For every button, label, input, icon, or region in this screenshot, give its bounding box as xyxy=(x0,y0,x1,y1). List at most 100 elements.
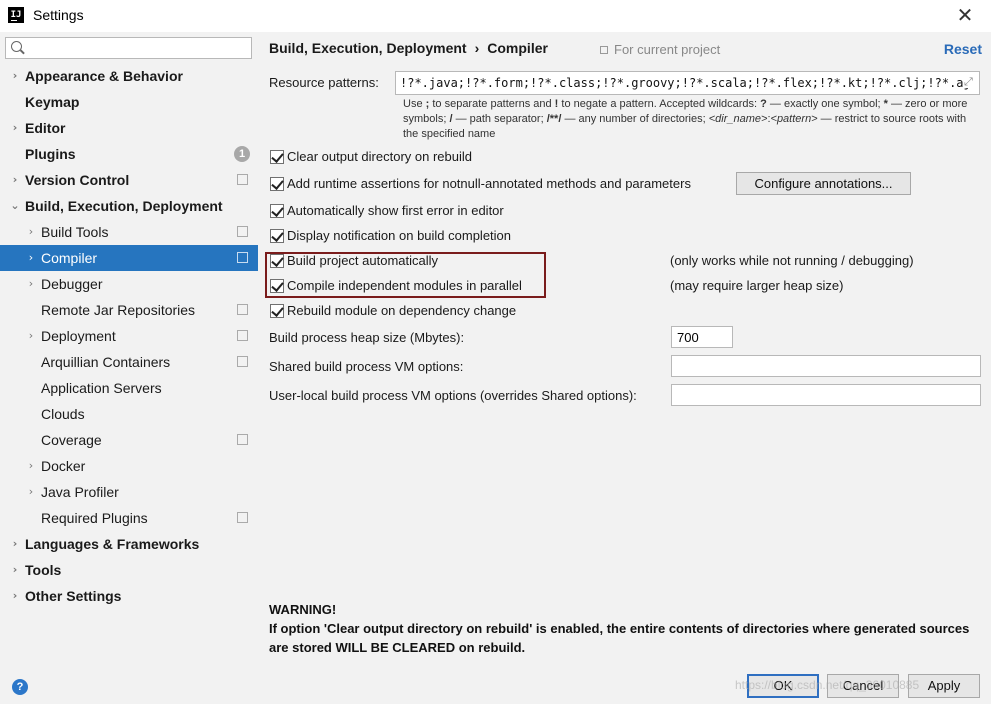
tree-item-appearance-behavior[interactable]: › Appearance & Behavior xyxy=(0,63,258,89)
scope-label: For current project xyxy=(614,42,721,57)
chevron-down-icon[interactable]: ⌄ xyxy=(9,193,21,219)
project-scope-icon xyxy=(237,304,248,315)
resource-patterns-input[interactable]: !?*.java;!?*.form;!?*.class;!?*.groovy;!… xyxy=(395,71,980,95)
tree-item-keymap[interactable]: Keymap xyxy=(0,89,258,115)
tree-item-remote-jar-repositories[interactable]: Remote Jar Repositories xyxy=(0,297,258,323)
tree-item-compiler[interactable]: › Compiler xyxy=(0,245,258,271)
window-title: Settings xyxy=(33,7,84,23)
tree-item-coverage[interactable]: Coverage xyxy=(0,427,258,453)
tree-item-label: Build, Execution, Deployment xyxy=(25,198,223,214)
tree-item-editor[interactable]: › Editor xyxy=(0,115,258,141)
shared-vm-options-input[interactable] xyxy=(671,355,981,377)
reset-link[interactable]: Reset xyxy=(944,41,982,57)
tree-item-label: Application Servers xyxy=(41,380,162,396)
tree-item-label: Debugger xyxy=(41,276,103,292)
settings-search-box[interactable] xyxy=(5,37,252,59)
tree-item-plugins[interactable]: Plugins 1 xyxy=(0,141,258,167)
tree-item-clouds[interactable]: Clouds xyxy=(0,401,258,427)
show-first-error-checkbox[interactable] xyxy=(270,204,284,218)
tree-item-tools[interactable]: › Tools xyxy=(0,557,258,583)
project-scope-icon xyxy=(237,226,248,237)
chevron-right-icon[interactable]: › xyxy=(25,453,37,479)
tree-item-docker[interactable]: › Docker xyxy=(0,453,258,479)
breadcrumb-current: Compiler xyxy=(487,40,548,56)
project-scope-icon xyxy=(237,252,248,263)
expand-icon[interactable]: ⤢ xyxy=(964,76,976,88)
update-count-badge: 1 xyxy=(234,146,250,162)
project-scope-icon xyxy=(237,174,248,185)
close-icon[interactable]: ✕ xyxy=(953,4,977,26)
chevron-right-icon[interactable]: › xyxy=(9,583,21,609)
tree-item-label: Required Plugins xyxy=(41,510,148,526)
help-icon[interactable]: ? xyxy=(12,679,28,695)
tree-item-label: Other Settings xyxy=(25,588,122,604)
chevron-right-icon[interactable]: › xyxy=(9,115,21,141)
breadcrumb-parent: Build, Execution, Deployment xyxy=(269,40,467,56)
tree-item-label: Remote Jar Repositories xyxy=(41,302,196,318)
tree-item-label: Docker xyxy=(41,458,86,474)
project-scope-icon xyxy=(237,330,248,341)
resource-patterns-hint: Use ; to separate patterns and ! to nega… xyxy=(403,98,968,140)
tree-item-build-tools[interactable]: › Build Tools xyxy=(0,219,258,245)
tree-item-label: Compiler xyxy=(41,250,98,266)
rebuild-warning: WARNING! If option 'Clear output directo… xyxy=(269,600,984,657)
build-notification-label: Display notification on build completion xyxy=(287,228,512,243)
chevron-right-icon[interactable]: › xyxy=(25,479,37,505)
title-bar: IJ Settings ✕ xyxy=(0,0,991,32)
project-scope-icon xyxy=(237,356,248,367)
resource-patterns-label: Resource patterns: xyxy=(269,75,379,90)
tree-item-label: Tools xyxy=(25,562,62,578)
compiler-settings-panel: Build, Execution, Deployment › Compiler Fo… xyxy=(258,32,991,664)
resource-patterns-value: !?*.java;!?*.form;!?*.class;!?*.groovy;!… xyxy=(400,76,971,90)
clear-output-checkbox[interactable] xyxy=(270,150,284,164)
tree-item-required-plugins[interactable]: Required Plugins xyxy=(0,505,258,531)
settings-search-input[interactable] xyxy=(28,39,248,57)
tree-item-version-control[interactable]: › Version Control xyxy=(0,167,258,193)
settings-tree: › Appearance & Behavior Keymap › Editor Plugi… xyxy=(0,63,258,609)
chevron-right-icon[interactable]: › xyxy=(9,557,21,583)
chevron-right-icon[interactable]: › xyxy=(25,271,37,297)
tree-item-label: Appearance & Behavior xyxy=(25,68,183,84)
chevron-right-icon[interactable]: › xyxy=(9,531,21,557)
heap-size-input[interactable] xyxy=(671,326,733,348)
chevron-right-icon[interactable]: › xyxy=(25,245,37,271)
tree-item-arquillian-containers[interactable]: Arquillian Containers xyxy=(0,349,258,375)
tree-item-label: Languages & Frameworks xyxy=(25,536,200,552)
project-scope-icon xyxy=(600,46,608,54)
runtime-assertions-checkbox[interactable] xyxy=(270,177,284,191)
shared-vm-options-label: Shared build process VM options: xyxy=(269,359,464,374)
clear-output-label: Clear output directory on rebuild xyxy=(287,149,472,164)
tree-item-label: Arquillian Containers xyxy=(41,354,171,370)
chevron-right-icon[interactable]: › xyxy=(9,63,21,89)
compile-parallel-note: (may require larger heap size) xyxy=(670,278,844,293)
scope-indicator: For current project xyxy=(600,42,720,57)
configure-annotations-button[interactable]: Configure annotations... xyxy=(736,172,911,195)
rebuild-on-dependency-checkbox[interactable] xyxy=(270,304,284,318)
build-notification-checkbox[interactable] xyxy=(270,229,284,243)
heap-size-label: Build process heap size (Mbytes): xyxy=(269,330,465,345)
tree-item-label: Clouds xyxy=(41,406,85,422)
chevron-right-icon[interactable]: › xyxy=(25,323,37,349)
tree-item-label: Plugins xyxy=(25,146,76,162)
tree-item-languages-frameworks[interactable]: › Languages & Frameworks xyxy=(0,531,258,557)
breadcrumb: Build, Execution, Deployment › Compiler xyxy=(269,40,548,56)
tree-item-java-profiler[interactable]: › Java Profiler xyxy=(0,479,258,505)
chevron-right-icon[interactable]: › xyxy=(25,219,37,245)
tree-item-debugger[interactable]: › Debugger xyxy=(0,271,258,297)
settings-sidebar: › Appearance & Behavior Keymap › Editor Plugi… xyxy=(0,32,258,664)
tree-item-label: Java Profiler xyxy=(41,484,119,500)
tree-item-label: Editor xyxy=(25,120,66,136)
tree-item-deployment[interactable]: › Deployment xyxy=(0,323,258,349)
tree-item-build-execution-deployment[interactable]: ⌄ Build, Execution, Deployment xyxy=(0,193,258,219)
runtime-assertions-label: Add runtime assertions for notnull-annot… xyxy=(287,176,691,191)
show-first-error-label: Automatically show first error in editor xyxy=(287,203,504,218)
tree-item-application-servers[interactable]: Application Servers xyxy=(0,375,258,401)
user-vm-options-label: User-local build process VM options (ove… xyxy=(269,388,637,403)
project-scope-icon xyxy=(237,512,248,523)
tree-item-other-settings[interactable]: › Other Settings xyxy=(0,583,258,609)
user-vm-options-input[interactable] xyxy=(671,384,981,406)
project-scope-icon xyxy=(237,434,248,445)
chevron-right-icon[interactable]: › xyxy=(9,167,21,193)
rebuild-on-dependency-label: Rebuild module on dependency change xyxy=(287,303,517,318)
watermark-text: https://blog.csdn.net/qq_36010885 xyxy=(735,678,920,692)
